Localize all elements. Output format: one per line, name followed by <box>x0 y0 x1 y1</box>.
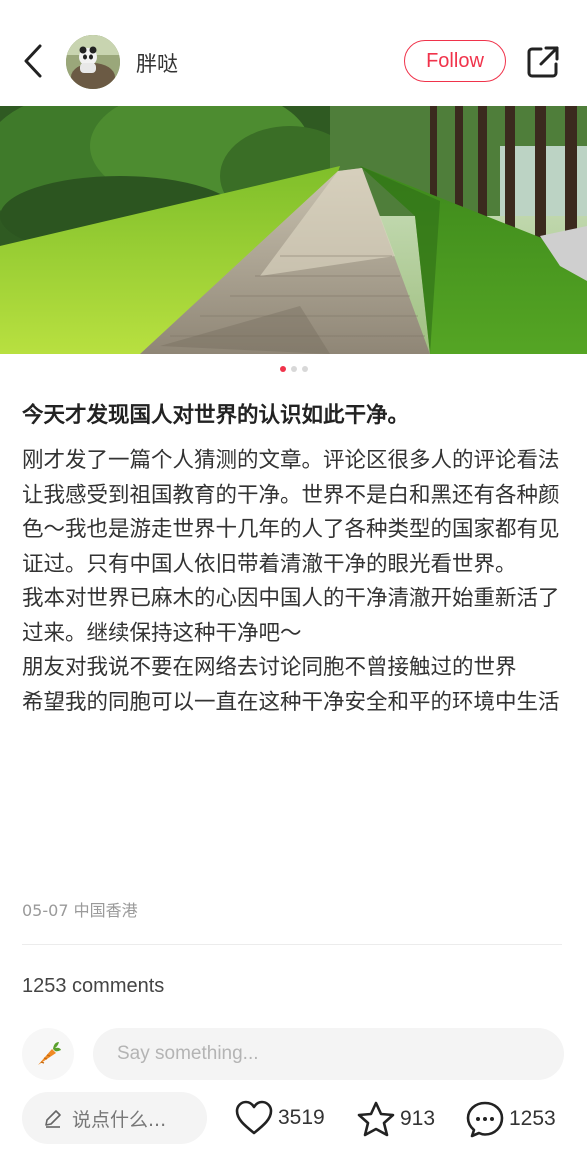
post-image-carousel[interactable] <box>0 106 587 354</box>
star-icon <box>357 1101 395 1137</box>
comment-button[interactable]: 1253 <box>465 1100 556 1138</box>
follow-button[interactable]: Follow <box>404 40 506 82</box>
post-paragraph: 我本对世界已麻木的心因中国人的干净清澈开始重新活了过来。继续保持这种干净吧～ <box>22 586 560 646</box>
like-count: 3519 <box>278 1106 325 1129</box>
back-button[interactable] <box>18 40 52 82</box>
divider <box>22 944 562 945</box>
carrot-icon <box>38 1042 61 1065</box>
author-name[interactable]: 胖哒 <box>136 48 178 78</box>
post-paragraph: 希望我的同胞可以一直在这种干净安全和平的环境中生活 <box>22 689 560 715</box>
bottom-action-bar: 说点什么... 3519 913 1253 <box>0 1080 587 1150</box>
my-avatar[interactable] <box>22 1028 74 1080</box>
like-button[interactable]: 3519 <box>234 1100 325 1136</box>
author-avatar[interactable] <box>66 35 120 89</box>
post-body: 刚才发了一篇个人猜测的文章。评论区很多人的评论看法让我感受到祖国教育的干净。世界… <box>22 444 570 720</box>
pencil-icon <box>45 1110 61 1128</box>
quick-comment-input[interactable]: 说点什么... <box>22 1092 207 1144</box>
carousel-indicator <box>0 366 587 372</box>
post-header: 胖哒 Follow <box>0 0 587 106</box>
quick-comment-label: 说点什么... <box>72 1108 167 1131</box>
post-title: 今天才发现国人对世界的认识如此干净。 <box>22 403 410 428</box>
post-meta: 05-07 中国香港 <box>22 901 138 920</box>
favorite-count: 913 <box>400 1107 436 1130</box>
heart-icon <box>235 1100 273 1135</box>
post-paragraph: 刚才发了一篇个人猜测的文章。评论区很多人的评论看法让我感受到祖国教育的干净。世界… <box>22 448 560 577</box>
back-arrow-icon <box>24 44 42 78</box>
carousel-dot <box>279 366 286 372</box>
comment-bubble-icon <box>466 1101 504 1138</box>
share-button[interactable] <box>524 43 562 81</box>
share-icon <box>527 46 559 78</box>
carousel-dot <box>301 366 308 372</box>
post-image <box>0 106 587 354</box>
carousel-dot <box>290 366 297 372</box>
favorite-button[interactable]: 913 <box>356 1100 435 1138</box>
comments-count: 1253 comments <box>22 975 165 997</box>
comment-input[interactable]: Say something... <box>93 1028 564 1080</box>
comment-count: 1253 <box>509 1107 556 1130</box>
post-paragraph: 朋友对我说不要在网络去讨论同胞不曾接触过的世界 <box>22 655 517 680</box>
